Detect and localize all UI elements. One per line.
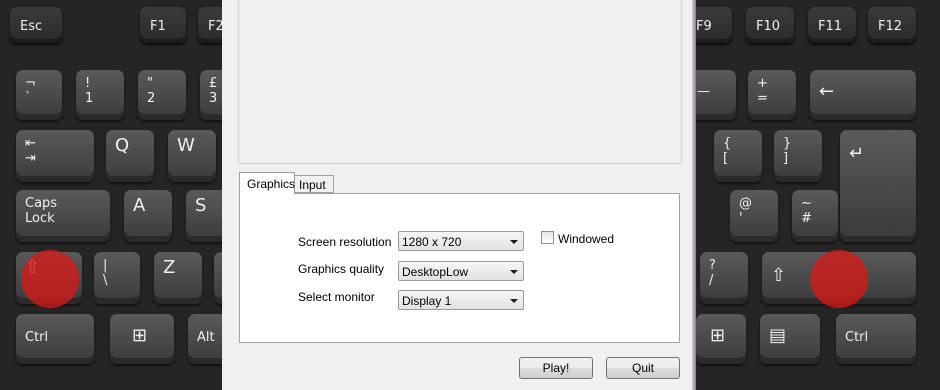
select-monitor-label: Select monitor (298, 290, 375, 304)
select-monitor-dropdown[interactable]: Display 1 (398, 290, 524, 310)
key-at: @ ' (730, 190, 778, 242)
windows-logo-icon: ⊞ (710, 325, 726, 346)
key-label: S (195, 195, 207, 216)
key-label: } ] (783, 136, 792, 166)
key-2: " 2 (138, 70, 186, 120)
key-label: £ 3 (209, 76, 218, 106)
key-label: A (133, 195, 146, 216)
key-esc: Esc (10, 7, 62, 43)
key-f10: F10 (746, 7, 794, 43)
key-label: ⇤ ⇥ (25, 136, 36, 166)
key-label: Alt (197, 330, 215, 345)
quit-button[interactable]: Quit (606, 357, 680, 379)
windowed-label[interactable]: Windowed (558, 232, 614, 246)
right-shift-highlight-dot (810, 250, 868, 308)
key-label: ~ # (801, 196, 812, 226)
key-label: Q (115, 135, 130, 156)
key-enter: ↵ (840, 130, 916, 242)
key-label: { [ (723, 136, 732, 166)
screen-resolution-dropdown[interactable]: 1280 x 720 (398, 231, 524, 251)
key-label: F9 (696, 19, 712, 34)
key-label: + = (757, 76, 768, 106)
key-label: ⇧ (771, 265, 787, 286)
key-label: ↵ (849, 143, 865, 164)
key-1: ! 1 (76, 70, 124, 120)
key-backspace: ← (810, 70, 916, 120)
graphics-quality-value: DesktopLow (402, 265, 469, 279)
key-label: Caps Lock (25, 196, 58, 226)
chevron-down-icon (510, 240, 518, 244)
windows-logo-icon: ⊞ (132, 325, 148, 346)
graphics-quality-label: Graphics quality (298, 262, 385, 276)
chevron-down-icon (510, 270, 518, 274)
key-q: Q (106, 130, 154, 182)
key-right-windows: ⊞ (696, 314, 746, 364)
key-label: Z (163, 257, 176, 278)
key-label: F10 (756, 19, 781, 34)
key-backtick: ¬ ` (16, 70, 62, 120)
key-menu: ▤ (760, 314, 820, 364)
key-capslock: Caps Lock (16, 190, 110, 242)
key-label: F12 (878, 19, 903, 34)
menu-key-icon: ▤ (769, 325, 787, 346)
key-label: ? / (709, 258, 716, 288)
banner-image-area (238, 0, 682, 164)
key-f1: F1 (140, 7, 186, 43)
key-tab: ⇤ ⇥ (16, 130, 94, 182)
key-f12: F12 (868, 7, 916, 43)
key-label: @ ' (739, 196, 752, 226)
screen-resolution-value: 1280 x 720 (402, 235, 462, 249)
key-left-brace: { [ (714, 130, 762, 182)
select-monitor-value: Display 1 (402, 294, 452, 308)
key-hash: ~ # (792, 190, 838, 242)
key-label: ← (819, 81, 835, 102)
key-label: — (697, 84, 710, 99)
tab-graphics[interactable]: Graphics (239, 172, 295, 194)
tab-input[interactable]: Input (295, 175, 334, 193)
screen-resolution-label: Screen resolution (298, 235, 392, 249)
key-label: W (177, 135, 195, 156)
key-z: Z (154, 252, 202, 304)
key-a: A (124, 190, 172, 242)
key-backslash: | \ (94, 252, 140, 304)
key-label: Ctrl (25, 330, 49, 345)
key-right-brace: } ] (774, 130, 822, 182)
key-question: ? / (700, 252, 748, 304)
key-label: F11 (818, 19, 843, 34)
key-label: | \ (103, 258, 108, 288)
key-label: Esc (20, 19, 43, 34)
key-f11: F11 (808, 7, 856, 43)
key-w: W (168, 130, 216, 182)
chevron-down-icon (510, 299, 518, 303)
windowed-checkbox[interactable] (541, 231, 554, 244)
key-right-ctrl: Ctrl (836, 314, 916, 364)
left-shift-highlight-dot (21, 250, 79, 308)
key-equals: + = (748, 70, 796, 120)
key-label: ¬ ` (25, 76, 36, 106)
graphics-quality-dropdown[interactable]: DesktopLow (398, 261, 524, 281)
key-label: Ctrl (845, 330, 869, 345)
key-label: " 2 (147, 76, 156, 106)
play-button[interactable]: Play! (519, 357, 593, 379)
key-left-ctrl: Ctrl (16, 314, 94, 364)
key-left-windows: ⊞ (110, 314, 174, 364)
key-label: ! 1 (85, 76, 94, 106)
key-label: F1 (150, 19, 166, 34)
window-right-edge (692, 0, 696, 390)
